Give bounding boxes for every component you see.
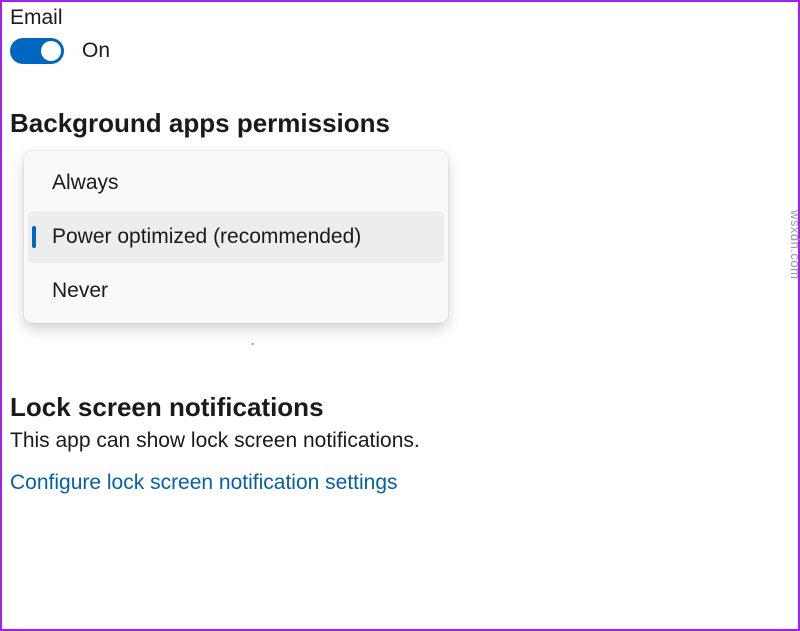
- email-toggle-state: On: [82, 39, 110, 63]
- option-never[interactable]: Never: [28, 265, 444, 317]
- background-permission-dropdown[interactable]: Always Power optimized (recommended) Nev…: [24, 151, 448, 323]
- option-never-label: Never: [52, 279, 108, 302]
- toggle-knob: [41, 41, 61, 61]
- watermark: wsxdn.com: [789, 210, 800, 280]
- configure-lock-screen-link[interactable]: Configure lock screen notification setti…: [10, 471, 790, 495]
- email-label: Email: [10, 6, 790, 30]
- option-always-label: Always: [52, 171, 119, 194]
- option-power-optimized[interactable]: Power optimized (recommended): [28, 211, 444, 263]
- email-toggle-row: On: [10, 38, 790, 64]
- obscured-text-fragment: .: [250, 329, 790, 350]
- email-toggle[interactable]: [10, 38, 64, 64]
- selected-indicator: [32, 226, 36, 248]
- option-power-optimized-label: Power optimized (recommended): [52, 225, 361, 248]
- option-always[interactable]: Always: [28, 157, 444, 209]
- background-apps-heading: Background apps permissions: [10, 108, 790, 139]
- lock-screen-description: This app can show lock screen notificati…: [10, 429, 790, 453]
- lock-screen-heading: Lock screen notifications: [10, 392, 790, 423]
